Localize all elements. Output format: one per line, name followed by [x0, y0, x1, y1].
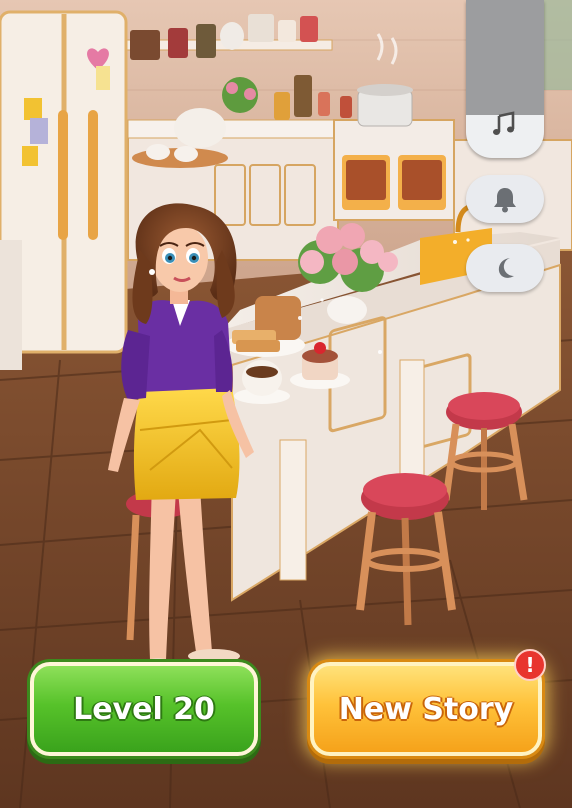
new-story-button[interactable]: New Story — [310, 662, 542, 756]
alert-badge: ! — [514, 649, 546, 681]
level-button-label: Level 20 — [73, 691, 215, 727]
notification-button[interactable] — [466, 175, 544, 223]
music-note-icon — [490, 110, 518, 142]
volume-level-fill — [466, 0, 544, 115]
new-story-button-label: New Story — [338, 691, 514, 727]
night-mode-button[interactable] — [466, 244, 544, 292]
moon-icon — [492, 255, 518, 281]
game-screen: Level 20 New Story ! — [0, 0, 572, 808]
volume-slider[interactable] — [466, 0, 544, 158]
bell-icon — [492, 185, 518, 213]
alert-badge-label: ! — [525, 653, 535, 677]
level-button[interactable]: Level 20 — [30, 662, 258, 756]
